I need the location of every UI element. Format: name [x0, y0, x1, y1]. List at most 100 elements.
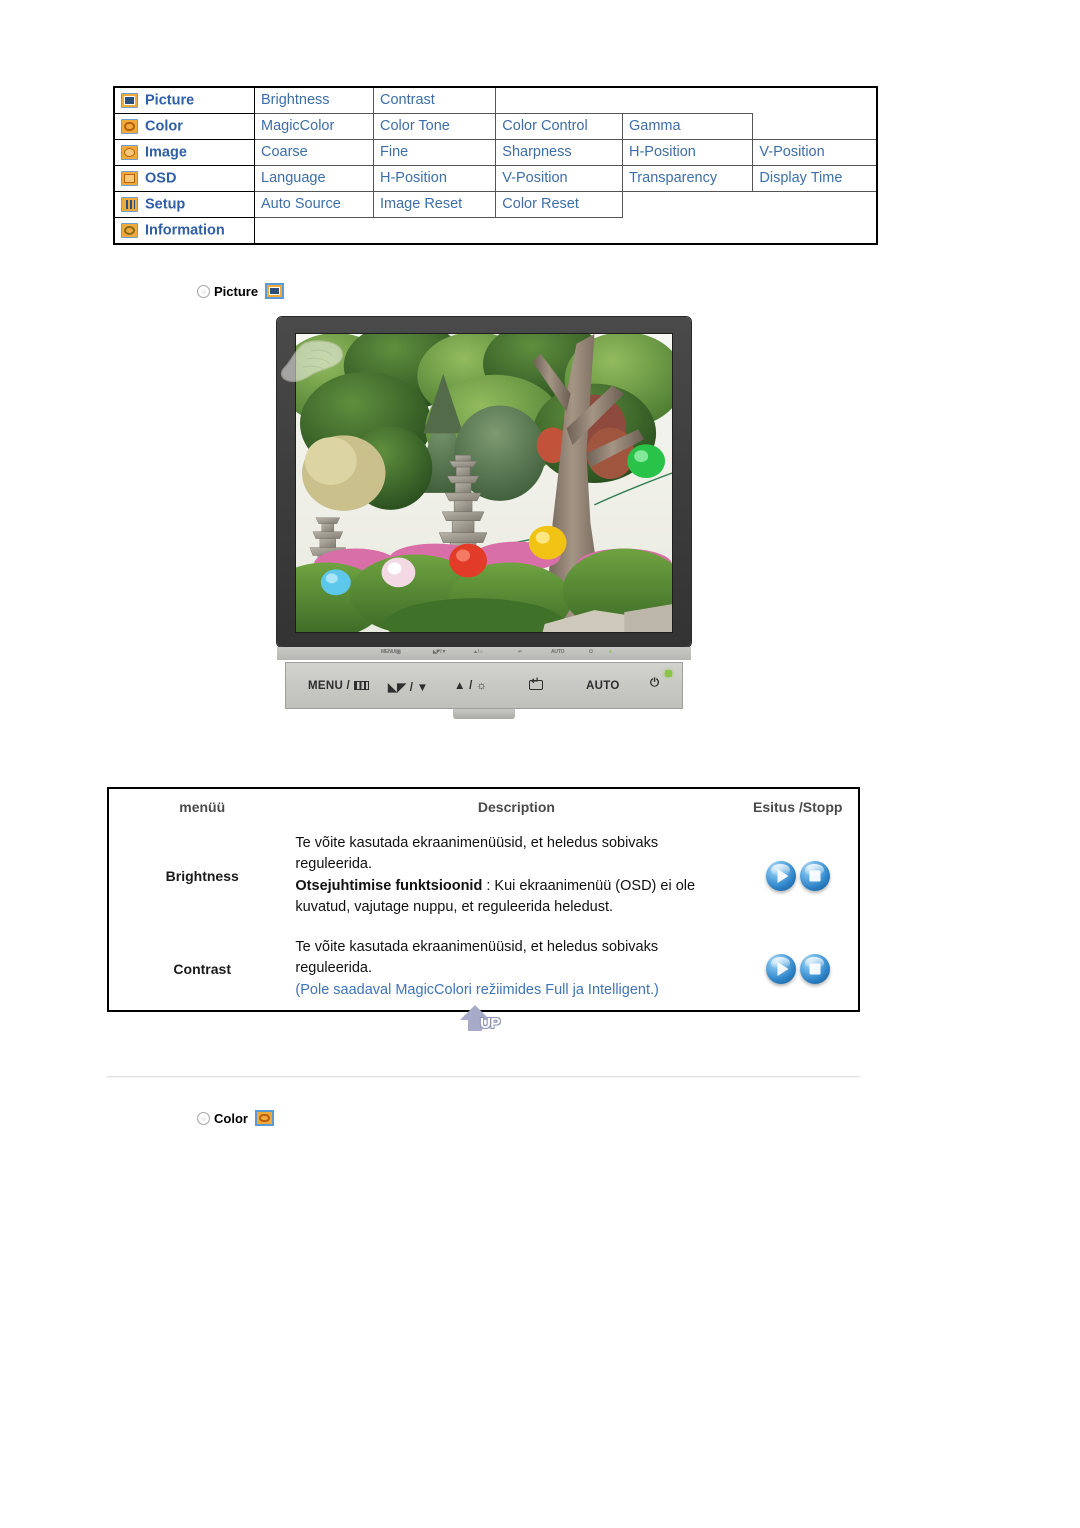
table-row: Contrast Te võite kasutada ekraanimenüüs…	[108, 928, 859, 1011]
desc-table-header-row: menüü Description Esitus /Stopp	[108, 788, 859, 824]
menu-item-color-tone[interactable]: Color Tone	[372, 113, 497, 140]
menu-empty-cell	[255, 218, 878, 245]
stop-button[interactable]	[799, 860, 830, 891]
menu-category-information[interactable]: Information	[113, 217, 255, 245]
up-button[interactable]: UP	[458, 1005, 520, 1041]
monitor-illustration: MENU/▥ ◣◤/▼ ▲/☼ ↵ AUTO ⏻ ● MENU / ◣◤ / ▼…	[277, 317, 691, 719]
menu-item-gamma[interactable]: Gamma	[621, 113, 754, 140]
strip-label-up: ▲/☼	[473, 649, 484, 655]
menu-item-label: Auto Source	[261, 196, 341, 213]
menu-empty-cell	[622, 192, 877, 218]
play-button[interactable]	[765, 860, 796, 891]
menu-item-label: Transparency	[628, 170, 718, 187]
menu-category-osd[interactable]: OSD	[113, 165, 255, 192]
menu-item-label: Contrast	[380, 92, 435, 109]
section-heading-color: Color	[197, 1110, 274, 1126]
desc-row-menu-label: Brightness	[165, 867, 239, 884]
menu-category-label: Information	[145, 222, 225, 239]
menu-map-body: Picture Brightness Contrast Color MagicColor…	[113, 86, 878, 245]
menu-empty-cell	[753, 114, 877, 140]
menu-item-label: Brightness	[261, 92, 330, 109]
menu-category-label: Image	[145, 144, 187, 161]
menu-item-image-reset[interactable]: Image Reset	[372, 191, 497, 218]
menu-category-label: Picture	[145, 92, 195, 109]
play-button[interactable]	[765, 953, 796, 984]
menu-item-language[interactable]: Language	[254, 165, 374, 192]
desc-header-play-stop: Esitus /Stopp	[752, 799, 843, 815]
menu-item-label: Fine	[380, 144, 409, 161]
menu-item-color-reset[interactable]: Color Reset	[495, 191, 623, 218]
menu-item-brightness[interactable]: Brightness	[254, 86, 374, 114]
setup-icon	[121, 197, 138, 212]
desc-row-description: Te võite kasutada ekraanimenüüsid, et he…	[295, 824, 737, 928]
menu-item-sharpness[interactable]: Sharpness	[495, 139, 623, 166]
stop-button[interactable]	[799, 953, 830, 984]
power-button[interactable]: ⏻	[650, 677, 659, 690]
desc-row-menu-label: Contrast	[173, 960, 231, 977]
menu-category-picture[interactable]: Picture	[113, 86, 255, 114]
desc-row-controls	[737, 824, 859, 928]
brightness-up-button[interactable]: ▲ / ☼	[454, 680, 487, 692]
desc-table-body: Brightness Te võite kasutada ekraanimenü…	[108, 824, 859, 1011]
menu-item-label: Gamma	[628, 118, 681, 135]
menu-item-transparency[interactable]: Transparency	[621, 165, 754, 192]
menu-map-row: Color MagicColor Color Tone Color Control Ga…	[113, 113, 877, 140]
bullet-ring-icon	[197, 285, 210, 298]
desc-line-2-note: (Pole saadaval MagicColori režiimides Fu…	[295, 981, 659, 998]
menu-item-color-control[interactable]: Color Control	[495, 113, 623, 140]
menu-category-label: Color	[145, 118, 183, 135]
menu-item-label: Color Reset	[502, 196, 579, 213]
menu-item-label: V-Position	[502, 170, 568, 187]
menu-item-contrast[interactable]: Contrast	[372, 86, 497, 114]
desc-row-description: Te võite kasutada ekraanimenüüsid, et he…	[295, 928, 737, 1011]
picture-chip-icon	[265, 283, 285, 299]
desc-header-menu: menüü	[179, 799, 226, 815]
section-heading-picture-label: Picture	[214, 284, 259, 299]
enter-icon	[529, 677, 543, 690]
section-divider	[107, 1076, 860, 1078]
menu-item-v-position[interactable]: V-Position	[495, 165, 623, 192]
monitor-stand	[453, 709, 515, 719]
orb-gloss	[805, 863, 824, 876]
menu-category-label: Setup	[145, 196, 186, 213]
menu-item-display-time[interactable]: Display Time	[752, 165, 878, 192]
power-led-icon	[665, 670, 672, 677]
monitor-osd-hint-strip: MENU/▥ ◣◤/▼ ▲/☼ ↵ AUTO ⏻ ●	[277, 647, 691, 660]
desc-line-1: Te võite kasutada ekraanimenüüsid, et he…	[295, 938, 659, 977]
menu-category-label: OSD	[145, 170, 177, 187]
function-description-table: menüü Description Esitus /Stopp Brightne…	[107, 787, 860, 1013]
menu-item-h-position[interactable]: H-Position	[621, 139, 754, 166]
menu-category-setup[interactable]: Setup	[113, 191, 255, 218]
menu-item-auto-source[interactable]: Auto Source	[254, 191, 374, 218]
menu-item-fine[interactable]: Fine	[372, 139, 497, 166]
osd-menu-map-table: Picture Brightness Contrast Color MagicColor…	[113, 86, 878, 245]
menu-item-label: Coarse	[261, 144, 308, 161]
strip-label-enter: ↵	[518, 649, 522, 655]
menu-map-row: Setup Auto Source Image Reset Color Reset	[113, 191, 877, 218]
menu-category-color[interactable]: Color	[113, 113, 255, 140]
menu-item-label: Color Tone	[380, 118, 450, 135]
menu-map-row: OSD Language H-Position V-Position Transpare…	[113, 165, 878, 192]
menu-bars-icon	[353, 681, 369, 690]
desc-line-2-bold: Otsejuhtimise funktsioonid	[295, 877, 483, 894]
menu-item-v-position[interactable]: V-Position	[752, 139, 878, 166]
menu-item-coarse[interactable]: Coarse	[254, 139, 374, 166]
strip-label-auto: AUTO	[551, 649, 565, 655]
bullet-ring-icon	[197, 1112, 210, 1125]
orb-gloss	[771, 863, 790, 876]
strip-label-menu: MENU/▥	[381, 649, 401, 655]
menu-button[interactable]: MENU /	[308, 680, 369, 692]
up-button-label: UP	[480, 1015, 500, 1032]
menu-item-magiccolor[interactable]: MagicColor	[254, 113, 374, 140]
auto-button[interactable]: AUTO	[586, 680, 620, 692]
menu-map-row: Picture Brightness Contrast	[113, 86, 877, 114]
magicbright-down-button[interactable]: ◣◤ / ▼	[388, 680, 428, 694]
enter-button[interactable]	[529, 677, 543, 692]
strip-label-power: ⏻	[589, 649, 593, 655]
menu-category-image[interactable]: Image	[113, 139, 255, 166]
desc-row-controls	[737, 928, 859, 1011]
menu-item-label: Image Reset	[380, 196, 463, 213]
menu-item-label: Language	[261, 170, 326, 187]
menu-item-h-position[interactable]: H-Position	[372, 165, 497, 192]
strip-led-indicator: ●	[609, 649, 612, 655]
